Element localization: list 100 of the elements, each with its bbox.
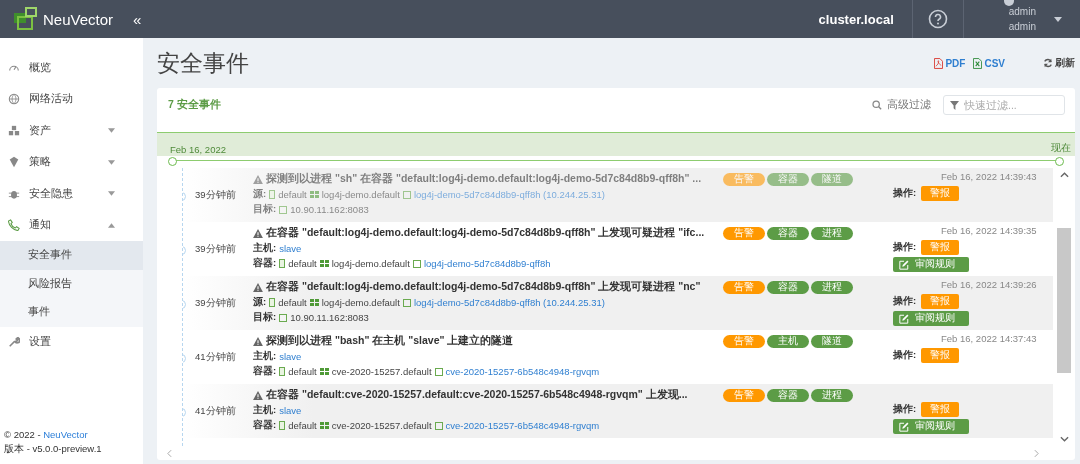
field-link[interactable]: cve-2020-15257-6b548c4948-rgvqm xyxy=(445,366,600,377)
action-label: 操作: xyxy=(893,402,917,416)
field-value: default xyxy=(278,189,307,200)
namespace-icon xyxy=(279,259,286,268)
action-label: 操作: xyxy=(893,348,917,362)
collapse-sidebar-button[interactable]: « xyxy=(133,10,142,28)
scroll-right-icon[interactable] xyxy=(1034,448,1039,458)
scroll-up-icon[interactable] xyxy=(1059,172,1069,178)
neuvector-link[interactable]: NeuVector xyxy=(43,429,88,440)
sidebar-subitem[interactable]: 安全事件 xyxy=(0,241,143,270)
export-link[interactable]: PDF xyxy=(934,57,966,69)
page-title: 安全事件 xyxy=(157,48,250,78)
refresh-button[interactable]: 刷新 xyxy=(1043,56,1075,70)
square-icon xyxy=(402,298,411,307)
review-rules-button[interactable]: 审阅规则 xyxy=(893,311,969,326)
warning-icon xyxy=(253,174,263,184)
field-value: cve-2020-15257.default xyxy=(331,366,432,377)
namespace-icon xyxy=(279,421,286,430)
action-badge: 警报 xyxy=(921,401,960,417)
sidebar-item[interactable]: 概览 xyxy=(0,52,143,84)
event-time: 41分钟前 xyxy=(195,351,237,364)
field-label: 主机: xyxy=(253,242,277,255)
cluster-name: cluster.local xyxy=(818,11,894,27)
grid-icon xyxy=(319,422,329,429)
square-icon xyxy=(279,205,288,214)
range-start-handle[interactable] xyxy=(168,156,177,166)
action-label: 操作: xyxy=(893,294,917,308)
user-name[interactable]: admin xyxy=(1008,4,1036,19)
sidebar-item[interactable]: 通知 xyxy=(0,209,143,241)
copyright-text: © 2022 - xyxy=(4,429,41,440)
event-time: 39分钟前 xyxy=(195,189,237,202)
square-icon xyxy=(434,367,443,376)
sidebar-item[interactable]: 设置 xyxy=(0,326,143,358)
sidebar-subitem[interactable]: 事件 xyxy=(0,298,143,327)
sidebar-item[interactable]: 策略 xyxy=(0,146,143,178)
caret-icon[interactable] xyxy=(1054,16,1062,22)
field-link[interactable]: log4j-demo-5d7c84d8b9-qff8h xyxy=(423,258,551,269)
event-time: 39分钟前 xyxy=(195,243,237,256)
search-icon xyxy=(872,100,882,110)
action-badge: 警报 xyxy=(921,293,960,309)
timeline-start-label: Feb 16, 2022 xyxy=(170,144,226,155)
timeline-end-label: 现在 xyxy=(1051,142,1071,155)
scroll-down-icon[interactable] xyxy=(1059,436,1069,442)
event-count: 7 安全事件 xyxy=(168,98,222,112)
square-icon xyxy=(279,313,288,322)
event-time: 39分钟前 xyxy=(195,297,237,310)
review-rules-button[interactable]: 审阅规则 xyxy=(893,257,969,272)
edit-icon xyxy=(899,313,909,324)
event-tag: 告警 xyxy=(723,281,765,294)
action-label: 操作: xyxy=(893,240,917,254)
grid-icon xyxy=(309,191,319,198)
field-label: 容器: xyxy=(253,257,277,270)
event-date: Feb 16, 2022 14:39:43 xyxy=(940,171,1037,184)
sidebar-item[interactable]: 网络活动 xyxy=(0,83,143,115)
shield-icon xyxy=(8,156,20,169)
event-tag: 容器 xyxy=(767,227,809,240)
event-title: 在容器 "default:log4j-demo.default:log4j-demo-5d7c84d8b9-qff8h" 上发现可疑进程 "ifc... xyxy=(266,226,705,240)
scroll-left-icon[interactable] xyxy=(167,448,172,458)
range-end-handle[interactable] xyxy=(1055,156,1064,166)
pdf-file-icon xyxy=(934,57,944,69)
field-link[interactable]: slave xyxy=(279,243,302,254)
refresh-icon xyxy=(1043,58,1053,68)
filter-icon xyxy=(950,101,959,110)
sidebar-item[interactable]: 安全隐患 xyxy=(0,178,143,210)
field-link[interactable]: log4j-demo-5d7c84d8b9-qff8h (10.244.25.31) xyxy=(413,297,605,308)
help-icon[interactable] xyxy=(927,9,948,29)
field-link[interactable]: slave xyxy=(279,405,302,416)
field-link[interactable]: slave xyxy=(279,351,302,362)
sidebar-item[interactable]: 资产 xyxy=(0,115,143,147)
field-value: 10.90.11.162:8083 xyxy=(290,312,369,323)
field-value: cve-2020-15257.default xyxy=(331,420,432,431)
warning-icon xyxy=(253,228,263,238)
quick-filter-field[interactable]: 快速过滤... xyxy=(943,95,1065,115)
namespace-icon xyxy=(269,190,276,199)
field-value: default xyxy=(278,297,307,308)
event-tag: 主机 xyxy=(767,335,809,348)
square-icon xyxy=(402,190,411,199)
field-label: 容器: xyxy=(253,419,277,432)
event-tag: 告警 xyxy=(723,389,765,402)
review-rules-button[interactable]: 审阅规则 xyxy=(893,419,969,434)
phone-icon xyxy=(8,219,20,232)
warning-icon xyxy=(253,282,263,292)
globe-icon xyxy=(8,93,20,106)
advanced-filter-button[interactable]: 高级过滤 xyxy=(872,98,931,112)
grid-icon xyxy=(319,260,329,267)
warning-icon xyxy=(253,336,263,346)
user-role: admin xyxy=(1008,20,1036,34)
export-link[interactable]: CSV xyxy=(973,57,1005,69)
field-link[interactable]: cve-2020-15257-6b548c4948-rgvqm xyxy=(445,420,600,431)
field-label: 目标: xyxy=(253,203,277,216)
event-tag: 进程 xyxy=(811,389,853,402)
field-value: default xyxy=(288,258,317,269)
warning-icon xyxy=(253,390,263,400)
field-label: 主机: xyxy=(253,350,277,363)
event-title: 在容器 "default:cve-2020-15257.default:cve-2020-15257-6b548c4948-rgvqm" 上发现... xyxy=(266,388,688,402)
event-tag: 容器 xyxy=(767,281,809,294)
action-badge: 警报 xyxy=(921,239,960,255)
sidebar-subitem[interactable]: 风险报告 xyxy=(0,269,143,298)
field-label: 主机: xyxy=(253,404,277,417)
action-badge: 警报 xyxy=(921,185,960,201)
